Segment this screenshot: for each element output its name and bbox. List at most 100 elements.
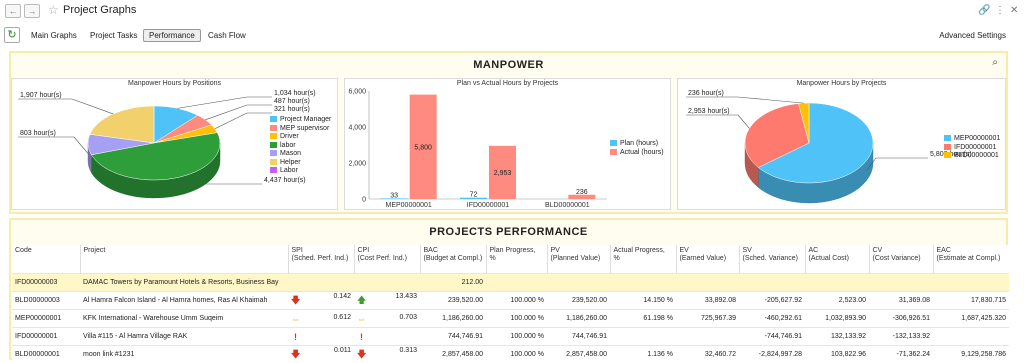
cell-spi: 🡇0.011 [288, 346, 354, 363]
cell-cv: -306,926.51 [869, 310, 933, 328]
tab-main-graphs[interactable]: Main Graphs [26, 29, 82, 42]
cell-code: IFD00000003 [12, 274, 80, 292]
close-icon[interactable]: ✕ [1010, 5, 1018, 16]
cell-plan-progress [486, 274, 547, 292]
legend-item[interactable]: labor [270, 142, 331, 151]
column-header[interactable]: AC(Actual Cost) [805, 245, 869, 274]
legend-swatch [270, 116, 277, 122]
manpower-title: MANPOWER [11, 59, 1006, 71]
column-header[interactable]: Plan Progress,% [486, 245, 547, 274]
title-bar: ← → ☆ Project Graphs 🔗 ⋮ ✕ [0, 0, 1024, 22]
cell-value: 0.612 [333, 314, 351, 321]
performance-table: CodeProjectSPI(Sched. Perf. Ind.)CPI(Cos… [12, 245, 1009, 363]
legend-item[interactable]: IFD00000001 [944, 144, 1000, 153]
column-header[interactable]: SPI(Sched. Perf. Ind.) [288, 245, 354, 274]
back-button[interactable]: ← [5, 4, 21, 18]
legend-item[interactable]: Helper [270, 159, 331, 168]
legend-item[interactable]: MEP00000001 [944, 135, 1000, 144]
column-header[interactable]: Project [80, 245, 288, 274]
cell-pv: 744,746.91 [547, 328, 610, 346]
bar-data-label: 2,953 [494, 170, 512, 177]
legend-item[interactable]: MEP supervisor [270, 125, 331, 134]
legend-label: IFD00000001 [954, 144, 996, 151]
cell-cv: -132,133.92 [869, 328, 933, 346]
cell-sv: -205,627.92 [739, 292, 805, 310]
tab-project-tasks[interactable]: Project Tasks [85, 29, 142, 42]
cell-bac: 1,186,260.00 [420, 310, 486, 328]
cell-project: moon link #1231 [80, 346, 288, 363]
column-header[interactable]: EAC(Estimate at Compl.) [933, 245, 1009, 274]
cell-pv [547, 274, 610, 292]
cell-actual-progress [610, 274, 676, 292]
column-header[interactable]: SV(Sched. Variance) [739, 245, 805, 274]
more-menu-icon[interactable]: ⋮ [995, 5, 1005, 16]
cell-cv [869, 274, 933, 292]
cell-bac: 239,520.00 [420, 292, 486, 310]
pie-label-connector [738, 97, 804, 103]
link-icon[interactable]: 🔗 [978, 5, 990, 16]
column-header[interactable]: BAC(Budget at Compl.) [420, 245, 486, 274]
chart-manpower-by-positions: Manpower Hours by Positions 1,034 hour(s… [11, 78, 338, 210]
legend-swatch [944, 135, 951, 141]
cell-plan-progress: 100.000 % [486, 328, 547, 346]
advanced-settings-link[interactable]: Advanced Settings [939, 31, 1006, 40]
cell-project: DAMAC Towers by Paramount Hotels & Resor… [80, 274, 288, 292]
tab-performance[interactable]: Performance [143, 29, 201, 42]
cell-ev [676, 328, 739, 346]
cell-ev: 725,967.39 [676, 310, 739, 328]
cell-actual-progress [610, 328, 676, 346]
x-tick-label: IFD00000001 [467, 202, 510, 209]
table-row[interactable]: IFD00000001Villa #115 - Al Hamra Village… [12, 328, 1009, 346]
favorite-star-icon[interactable]: ☆ [48, 3, 59, 17]
cell-cpi: 🡇0.313 [354, 346, 420, 363]
chart2-legend: Plan (hours) Actual (hours) [610, 140, 664, 157]
legend-label: labor [280, 142, 296, 149]
bar-data-label: 236 [576, 189, 588, 196]
column-header[interactable]: PV(Planned Value) [547, 245, 610, 274]
column-header[interactable]: CV(Cost Variance) [869, 245, 933, 274]
legend-label: Driver [280, 133, 299, 140]
legend-swatch [270, 125, 277, 131]
legend-label: Helper [280, 159, 301, 166]
pie-label-connector [72, 99, 113, 114]
flat-yellow-icon: ⇔ [357, 314, 366, 324]
legend-item[interactable]: Plan (hours) [610, 140, 664, 149]
legend-item[interactable]: BLD00000001 [944, 152, 1000, 161]
cell-actual-progress: 61.198 % [610, 310, 676, 328]
pie-label-connector [215, 113, 247, 129]
arrow-down-red-icon: 🡇 [291, 347, 300, 363]
table-row[interactable]: IFD00000003DAMAC Towers by Paramount Hot… [12, 274, 1009, 292]
pie-data-label: 236 hour(s) [688, 90, 724, 97]
table-row[interactable]: BLD00000001moon link #1231🡇0.011🡇0.3132,… [12, 346, 1009, 363]
cell-plan-progress: 100.000 % [486, 292, 547, 310]
cell-ac: 1,032,893.90 [805, 310, 869, 328]
search-icon[interactable]: ⌕ [992, 57, 998, 68]
cell-code: BLD00000001 [12, 346, 80, 363]
cell-code: MEP00000001 [12, 310, 80, 328]
table-row[interactable]: BLD00000003Al Hamra Falcon Island - Al H… [12, 292, 1009, 310]
column-header[interactable]: EV(Earned Value) [676, 245, 739, 274]
cell-ac: 103,822.96 [805, 346, 869, 363]
legend-label: Labor [280, 167, 298, 174]
legend-label: Actual (hours) [620, 149, 664, 156]
legend-item[interactable]: Project Manager [270, 116, 331, 125]
refresh-icon[interactable]: ↻ [4, 27, 20, 43]
arrow-down-red-icon: 🡇 [291, 293, 300, 309]
legend-item[interactable]: Driver [270, 133, 331, 142]
legend-label: MEP supervisor [280, 125, 329, 132]
cell-actual-progress: 14.150 % [610, 292, 676, 310]
cell-cpi: ! [354, 328, 420, 346]
tab-cash-flow[interactable]: Cash Flow [203, 29, 251, 42]
legend-item[interactable]: Actual (hours) [610, 149, 664, 158]
table-row[interactable]: MEP00000001KFK International - Warehouse… [12, 310, 1009, 328]
column-header[interactable]: CPI(Cost Perf. Ind.) [354, 245, 420, 274]
legend-item[interactable]: Labor [270, 167, 331, 176]
cell-cpi: ⇔0.703 [354, 310, 420, 328]
pie-data-label: 803 hour(s) [20, 130, 56, 137]
column-header[interactable]: Code [12, 245, 80, 274]
column-header[interactable]: Actual Progress,% [610, 245, 676, 274]
legend-item[interactable]: Mason [270, 150, 331, 159]
cell-project: Villa #115 - Al Hamra Village RAK [80, 328, 288, 346]
forward-button[interactable]: → [24, 4, 40, 18]
legend-swatch [270, 167, 277, 173]
